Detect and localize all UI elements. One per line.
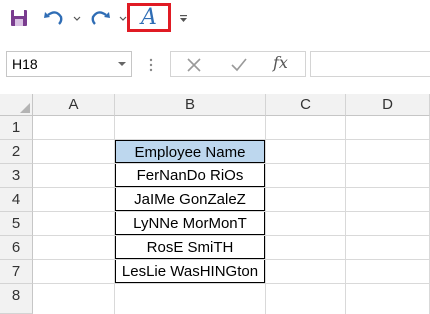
name-box[interactable]: H18 [6, 51, 132, 77]
drag-handle-icon[interactable] [148, 57, 154, 73]
insert-function-button[interactable]: fx [273, 53, 288, 72]
undo-dropdown[interactable] [72, 5, 82, 31]
column-header-c[interactable]: C [266, 94, 346, 116]
custom-format-button[interactable]: A [127, 3, 171, 32]
cancel-icon[interactable] [185, 56, 203, 74]
row-header-6[interactable]: 6 [0, 236, 33, 260]
row-header-2[interactable]: 2 [0, 140, 33, 164]
customize-arrow-icon [180, 15, 187, 22]
undo-button[interactable] [42, 5, 66, 31]
employee-name-cell[interactable]: LyNNe MorMonT [115, 212, 265, 235]
select-all-button[interactable] [0, 94, 33, 116]
row-header-1[interactable]: 1 [0, 116, 33, 140]
formula-bar: H18 fx [0, 46, 430, 84]
worksheet-grid: A B C D 1 2 3 4 5 6 7 8 Employee Name Fe… [0, 94, 430, 314]
gridline [345, 116, 346, 314]
font-a-icon: A [141, 4, 157, 30]
employee-name-header-cell[interactable]: Employee Name [115, 140, 265, 163]
row-header-3[interactable]: 3 [0, 164, 33, 188]
chevron-down-icon[interactable] [117, 58, 127, 70]
gridline [33, 283, 430, 284]
formula-buttons: fx [170, 51, 306, 77]
save-icon [11, 10, 27, 26]
customize-toolbar-dropdown[interactable] [178, 5, 190, 31]
quick-access-toolbar: A [0, 0, 430, 38]
undo-icon [44, 11, 63, 25]
employee-name-cell[interactable]: JaIMe GonZaleZ [115, 188, 265, 211]
name-box-value: H18 [12, 56, 38, 72]
chevron-down-icon [73, 16, 81, 21]
redo-button[interactable] [88, 5, 112, 31]
row-header-8[interactable]: 8 [0, 284, 33, 314]
gridline [265, 116, 266, 314]
column-header-a[interactable]: A [33, 94, 115, 116]
row-header-4[interactable]: 4 [0, 188, 33, 212]
employee-name-cell[interactable]: FerNanDo RiOs [115, 164, 265, 187]
employee-name-cell[interactable]: RosE SmiTH [115, 236, 265, 259]
column-header-b[interactable]: B [115, 94, 266, 116]
column-header-d[interactable]: D [346, 94, 430, 116]
enter-check-icon[interactable] [229, 56, 249, 74]
redo-icon [91, 11, 110, 25]
employee-name-cell[interactable]: LesLie WasHINGton [115, 260, 265, 283]
select-all-icon [20, 103, 30, 113]
save-button[interactable] [8, 5, 30, 31]
row-header-5[interactable]: 5 [0, 212, 33, 236]
row-header-7[interactable]: 7 [0, 260, 33, 284]
cell-area[interactable]: Employee Name FerNanDo RiOs JaIMe GonZal… [33, 116, 430, 314]
formula-input[interactable] [310, 51, 430, 77]
